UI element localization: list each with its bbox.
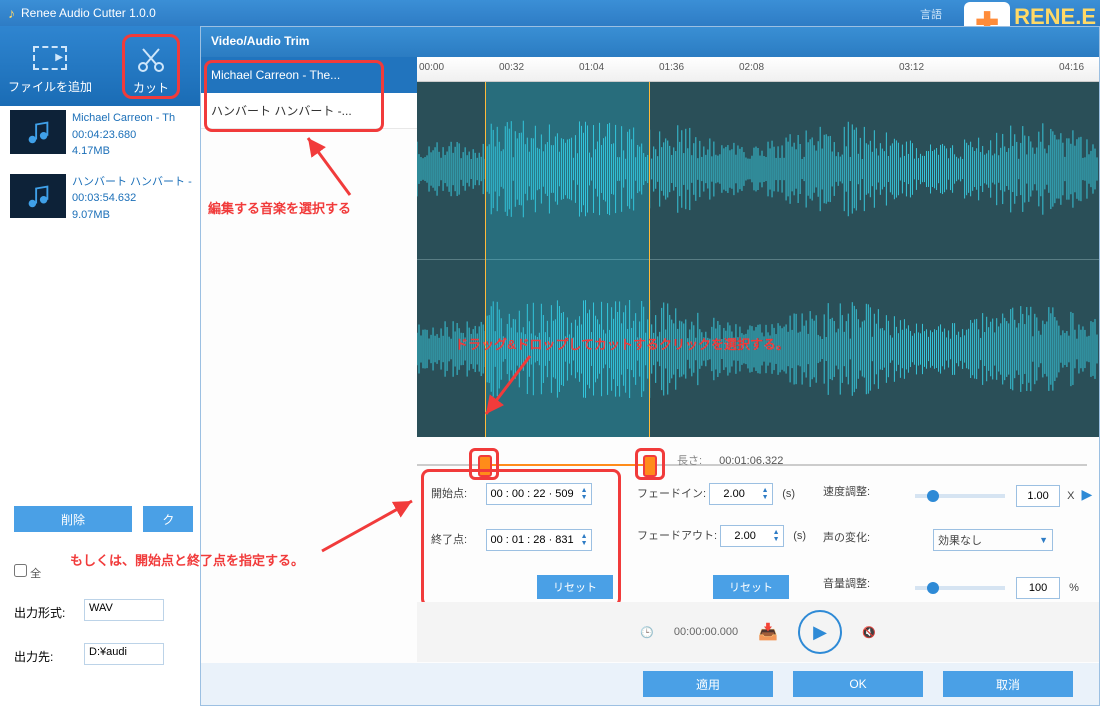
fadein-field[interactable] [710,484,758,504]
file-size: 4.17MB [72,143,192,160]
volume-value[interactable] [1016,577,1060,599]
output-dir-value[interactable]: D:¥audi [84,643,164,665]
start-time-field[interactable] [487,484,577,504]
end-time-input[interactable]: ▲▼ [486,529,592,551]
voice-effect-select[interactable]: 効果なし ▼ [933,529,1053,551]
filmstrip-icon [33,46,67,70]
file-list: Michael Carreon - Th 00:04:23.680 4.17MB… [6,106,196,233]
select-all-label: 全 [30,568,41,580]
volume-unit: % [1069,582,1079,594]
start-time-input[interactable]: ▲▼ [486,483,592,505]
clock-icon: 🕒 [640,626,654,639]
file-thumbnail [10,174,66,218]
reset-trim-button[interactable]: リセット [537,575,613,599]
voice-label: 声の変化: [823,529,889,545]
output-format-value[interactable]: WAV [84,599,164,621]
ruler-tick: 01:04 [579,62,604,73]
left-controls: 削除 ク 全 出力形式: WAV 出力先: D:¥audi [14,506,204,665]
annotation-border [204,60,384,132]
app-title: Renee Audio Cutter 1.0.0 [21,6,156,20]
playback-time: 00:00:00.000 [674,626,738,638]
cancel-button[interactable]: 取消 [943,671,1073,697]
length-label: 長さ: [677,455,702,467]
fadein-label: フェードイン: [637,485,706,501]
volume-slider[interactable] [915,586,1005,590]
file-duration: 00:03:54.632 [72,190,192,207]
end-label: 終了点: [431,531,483,547]
spinner-icon[interactable]: ▲▼ [577,533,591,547]
music-note-icon: ♪ [8,5,15,21]
ruler-tick: 00:32 [499,62,524,73]
chevron-down-icon: ▼ [1039,535,1048,545]
seconds-unit: (s) [782,488,795,500]
ruler-tick: 04:16 [1059,62,1084,73]
spinner-icon[interactable]: ▲▼ [758,487,772,501]
file-item[interactable]: ハンバート ハンバート - 00:03:54.632 9.07MB [6,170,196,228]
ruler-tick: 03:12 [899,62,924,73]
start-label: 開始点: [431,485,483,501]
file-item[interactable]: Michael Carreon - Th 00:04:23.680 4.17MB [6,106,196,164]
add-file-label: ファイルを追加 [8,78,92,95]
cut-button[interactable]: カット [122,34,180,99]
speed-label: 速度調整: [823,483,889,499]
voice-effect-value: 効果なし [938,532,982,548]
select-all-checkbox[interactable] [14,564,27,577]
mute-icon[interactable]: 🔇 [862,626,876,639]
language-label[interactable]: 言語 [920,6,942,22]
waveform-area: 00:00 00:32 01:04 01:36 02:08 03:12 04:1… [417,57,1099,467]
play-button[interactable]: ▶ [798,610,842,654]
ruler-tick: 02:08 [739,62,764,73]
dialog-buttons: 適用 OK 取消 [201,663,1099,705]
waveform[interactable] [417,82,1099,437]
file-size: 9.07MB [72,207,192,224]
file-duration: 00:04:23.680 [72,127,192,144]
speed-value[interactable] [1016,485,1060,507]
ok-button[interactable]: OK [793,671,923,697]
speed-slider[interactable] [915,494,1005,498]
file-name: Michael Carreon - Th [72,110,192,127]
output-dir-label: 出力先: [14,644,84,665]
ruler-tick: 01:36 [659,62,684,73]
playback-bar: 🕒 00:00:00.000 📥 ▶ 🔇 [417,602,1099,662]
play-preview-icon[interactable]: ▶ [1082,486,1093,502]
file-name: ハンバート ハンバート - [72,174,192,191]
seconds-unit: (s) [793,530,806,542]
ruler-tick: 00:00 [419,62,444,73]
delete-button[interactable]: 削除 [14,506,132,532]
clear-button[interactable]: ク [143,506,193,532]
file-thumbnail [10,110,66,154]
spinner-icon[interactable]: ▲▼ [577,487,591,501]
fadeout-field[interactable] [721,526,769,546]
fadeout-label: フェードアウト: [637,530,717,542]
cut-label: カット [133,79,169,96]
volume-label: 音量調整: [823,575,889,591]
length-value: 00:01:06.322 [719,455,783,467]
apply-button[interactable]: 適用 [643,671,773,697]
fadeout-input[interactable]: ▲▼ [720,525,784,547]
selection-region[interactable] [485,82,650,437]
output-format-label: 出力形式: [14,600,84,621]
trim-panel-title: Video/Audio Trim [201,27,1099,57]
scissors-icon [131,39,171,79]
reset-fade-button[interactable]: リセット [713,575,789,599]
add-file-button[interactable]: ファイルを追加 [8,38,92,95]
export-icon[interactable]: 📥 [758,622,778,642]
trim-panel: Video/Audio Trim Michael Carreon - The..… [200,26,1100,706]
fadein-input[interactable]: ▲▼ [709,483,773,505]
ruler: 00:00 00:32 01:04 01:36 02:08 03:12 04:1… [417,57,1099,82]
speed-unit: X [1067,490,1074,502]
end-time-field[interactable] [487,530,577,550]
spinner-icon[interactable]: ▲▼ [769,529,783,543]
